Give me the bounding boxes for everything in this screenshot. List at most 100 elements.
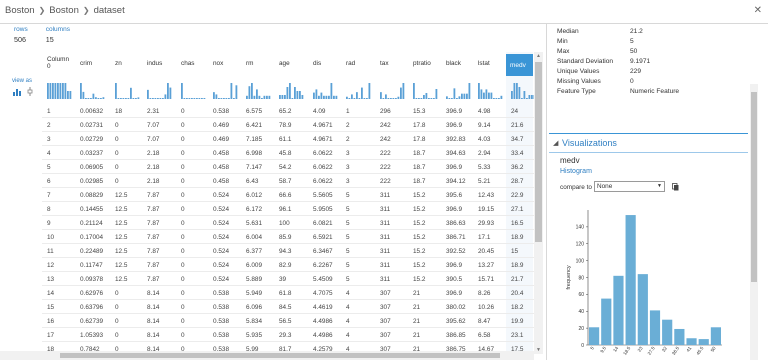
table-cell[interactable]: 0: [181, 122, 185, 129]
table-cell[interactable]: 6.998: [246, 150, 262, 157]
table-cell[interactable]: 94.3: [279, 248, 291, 255]
table-cell[interactable]: 5: [346, 220, 350, 227]
table-cell[interactable]: 0: [181, 206, 185, 213]
table-cell[interactable]: 395.62: [446, 318, 466, 325]
table-cell[interactable]: 242: [380, 122, 391, 129]
table-cell[interactable]: 2.94: [478, 150, 490, 157]
table-cell[interactable]: 8.14: [147, 332, 159, 339]
table-cell[interactable]: 36.2: [511, 164, 523, 171]
table-cell[interactable]: 0.02731: [80, 122, 103, 129]
table-cell[interactable]: 6.3467: [313, 248, 333, 255]
column-sparkline[interactable]: [213, 82, 239, 99]
table-cell[interactable]: 7.87: [147, 220, 159, 227]
row-index-cell[interactable]: 1: [47, 108, 51, 115]
table-cell[interactable]: 6.575: [246, 108, 262, 115]
table-cell[interactable]: 0.538: [213, 318, 229, 325]
table-cell[interactable]: 12.5: [115, 234, 127, 241]
table-cell[interactable]: 6.0821: [313, 220, 333, 227]
table-cell[interactable]: 386.71: [446, 234, 466, 241]
table-cell[interactable]: 21.7: [511, 276, 523, 283]
panel-vertical-scrollbar[interactable]: [750, 84, 758, 360]
panel-vertical-scroll-thumb[interactable]: [751, 92, 757, 282]
histogram-view-icon[interactable]: [13, 89, 23, 96]
scroll-down-icon[interactable]: ▼: [536, 347, 541, 353]
table-cell[interactable]: 0: [115, 290, 119, 297]
table-cell[interactable]: 15.71: [478, 276, 494, 283]
table-cell[interactable]: 15.2: [413, 248, 425, 255]
column-header[interactable]: chas: [181, 60, 207, 67]
table-cell[interactable]: 6.5921: [313, 234, 333, 241]
table-cell[interactable]: 4.9671: [313, 122, 333, 129]
table-cell[interactable]: 1.05393: [80, 332, 103, 339]
grid-vertical-scrollbar[interactable]: ▲ ▼: [534, 52, 543, 354]
table-cell[interactable]: 0: [181, 220, 185, 227]
table-cell[interactable]: 0.62739: [80, 318, 103, 325]
table-cell[interactable]: 0: [181, 262, 185, 269]
column-sparkline[interactable]: [47, 82, 73, 99]
table-cell[interactable]: 6.009: [246, 262, 262, 269]
row-index-cell[interactable]: 16: [47, 318, 54, 325]
table-cell[interactable]: 2.18: [147, 150, 159, 157]
row-index-cell[interactable]: 13: [47, 276, 54, 283]
table-cell[interactable]: 27.1: [511, 206, 523, 213]
row-index-cell[interactable]: 9: [47, 220, 51, 227]
table-cell[interactable]: 0.21124: [80, 220, 103, 227]
table-cell[interactable]: 396.9: [446, 122, 462, 129]
table-cell[interactable]: 0.03237: [80, 150, 103, 157]
table-cell[interactable]: 0: [181, 304, 185, 311]
column-sparkline[interactable]: [115, 82, 141, 99]
table-cell[interactable]: 5.33: [478, 164, 490, 171]
table-cell[interactable]: 0: [115, 304, 119, 311]
table-cell[interactable]: 15.2: [413, 220, 425, 227]
row-index-cell[interactable]: 6: [47, 178, 51, 185]
grid-horizontal-scroll-thumb[interactable]: [60, 353, 500, 358]
table-cell[interactable]: 6.0622: [313, 164, 333, 171]
table-cell[interactable]: 15.2: [413, 192, 425, 199]
table-cell[interactable]: 96.1: [279, 206, 291, 213]
selected-column-header[interactable]: medv: [506, 54, 533, 76]
table-cell[interactable]: 7.87: [147, 276, 159, 283]
table-cell[interactable]: 78.9: [279, 122, 291, 129]
table-cell[interactable]: 18.2: [511, 304, 523, 311]
table-cell[interactable]: 58.7: [279, 178, 291, 185]
table-cell[interactable]: 0: [181, 248, 185, 255]
table-cell[interactable]: 56.5: [279, 318, 291, 325]
column-sparkline[interactable]: [279, 82, 305, 99]
column-sparkline[interactable]: [80, 82, 106, 99]
table-cell[interactable]: 18.7: [413, 150, 425, 157]
table-cell[interactable]: 6.0622: [313, 150, 333, 157]
breadcrumb-item-module[interactable]: Boston: [49, 5, 79, 16]
table-cell[interactable]: 222: [380, 150, 391, 157]
table-cell[interactable]: 4.98: [478, 108, 490, 115]
table-cell[interactable]: 0: [181, 136, 185, 143]
table-cell[interactable]: 8.26: [478, 290, 490, 297]
copy-icon[interactable]: [672, 183, 679, 191]
table-cell[interactable]: 6.377: [246, 248, 262, 255]
table-cell[interactable]: 0: [115, 178, 119, 185]
table-cell[interactable]: 311: [380, 248, 390, 255]
table-cell[interactable]: 5: [346, 206, 350, 213]
table-cell[interactable]: 0.538: [213, 332, 229, 339]
table-cell[interactable]: 17.1: [478, 234, 490, 241]
column-header[interactable]: tax: [380, 60, 406, 67]
table-cell[interactable]: 54.2: [279, 164, 291, 171]
table-cell[interactable]: 17.8: [413, 122, 425, 129]
table-cell[interactable]: 12.5: [115, 220, 127, 227]
table-cell[interactable]: 22.9: [511, 192, 523, 199]
table-cell[interactable]: 39: [279, 276, 286, 283]
table-cell[interactable]: 6.0622: [313, 178, 333, 185]
table-cell[interactable]: 0.538: [213, 108, 229, 115]
table-cell[interactable]: 0: [181, 178, 185, 185]
table-cell[interactable]: 0.458: [213, 178, 229, 185]
table-cell[interactable]: 4: [346, 304, 350, 311]
table-cell[interactable]: 5: [346, 192, 350, 199]
column-sparkline[interactable]: [313, 82, 339, 99]
table-cell[interactable]: 9.14: [478, 122, 490, 129]
row-index-cell[interactable]: 11: [47, 248, 54, 255]
table-cell[interactable]: 0: [115, 136, 119, 143]
column-header[interactable]: rm: [246, 60, 272, 67]
table-cell[interactable]: 0.524: [213, 262, 229, 269]
column-header[interactable]: rad: [346, 60, 372, 67]
table-cell[interactable]: 21: [413, 318, 420, 325]
table-cell[interactable]: 311: [380, 192, 390, 199]
